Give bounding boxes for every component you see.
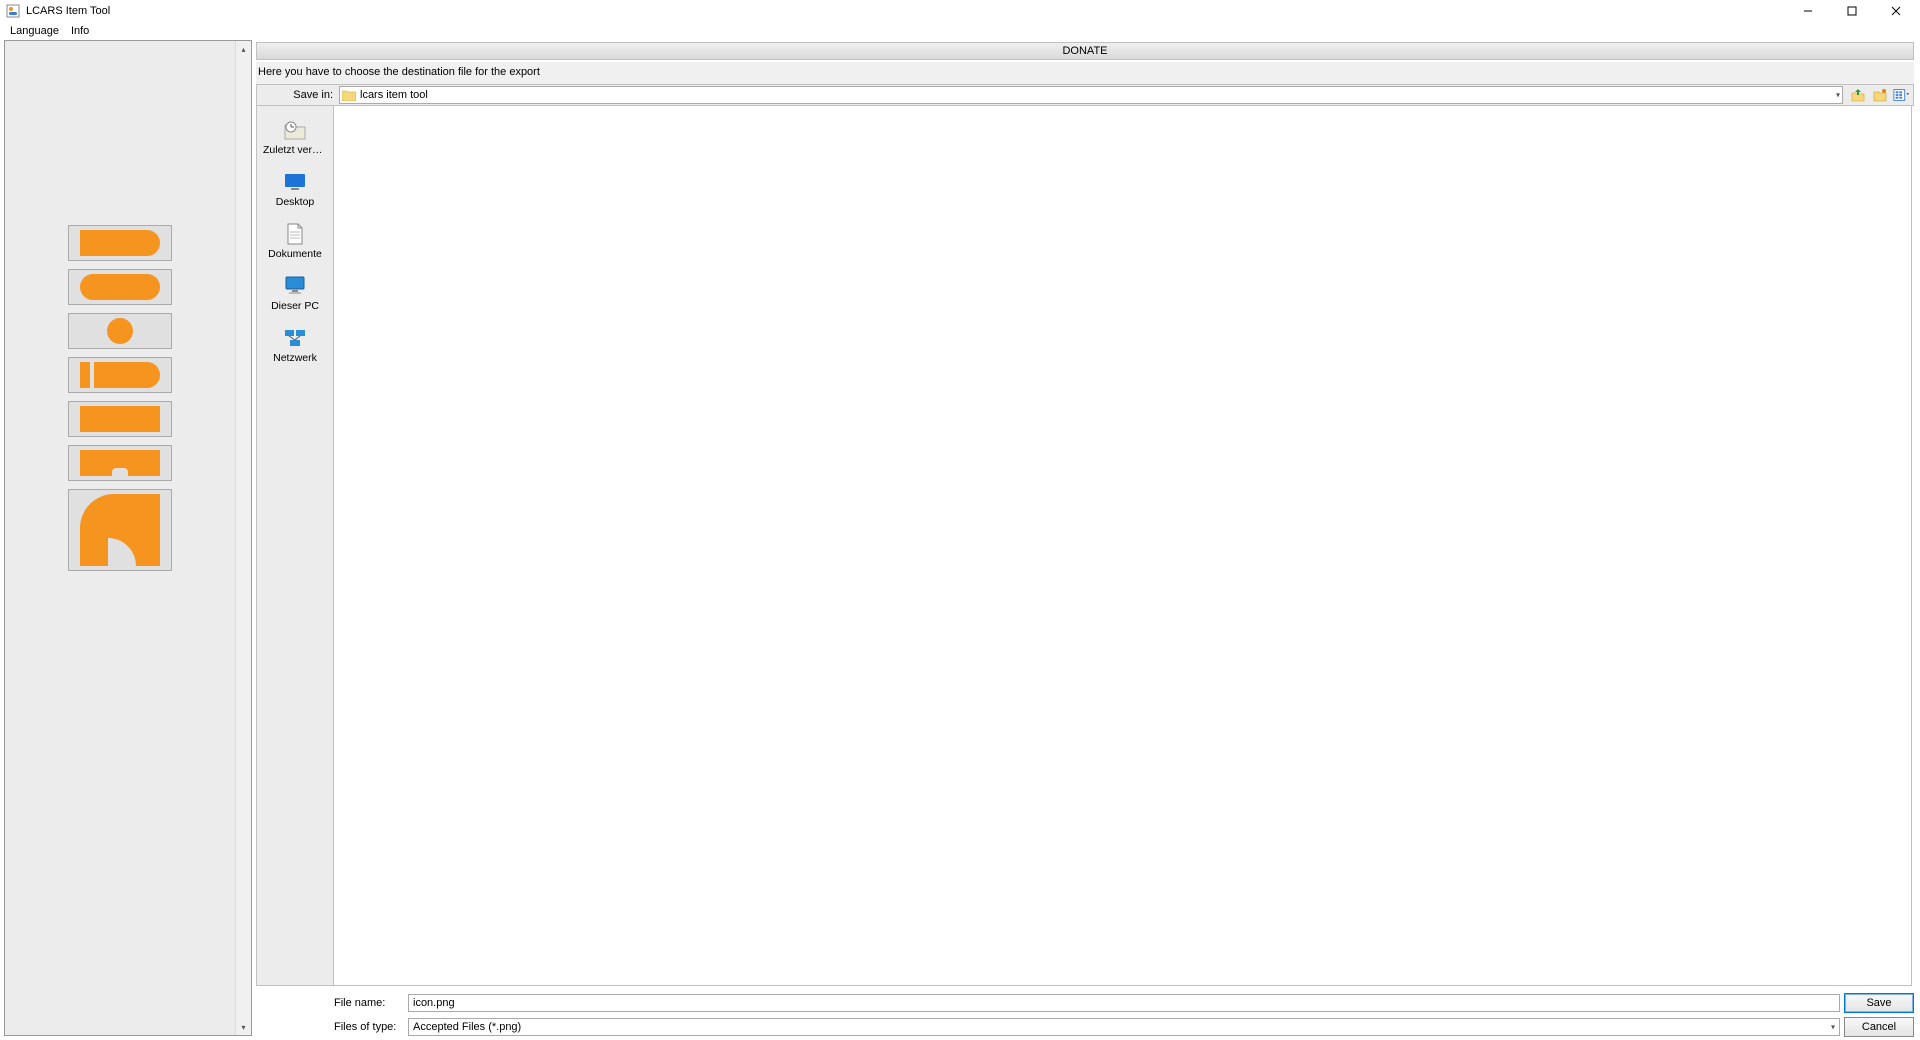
shape-split-pill[interactable] xyxy=(68,357,172,393)
place-label: Desktop xyxy=(276,196,315,208)
shape-half-pill-right[interactable] xyxy=(68,225,172,261)
place-label: Dokumente xyxy=(268,248,322,260)
new-folder-icon[interactable] xyxy=(1871,86,1889,104)
menu-language[interactable]: Language xyxy=(4,25,65,37)
place-desktop[interactable]: Desktop xyxy=(261,166,329,212)
pc-icon xyxy=(281,274,309,298)
view-menu-icon[interactable] xyxy=(1893,86,1911,104)
menu-info[interactable]: Info xyxy=(65,25,95,37)
place-network[interactable]: Netzwerk xyxy=(261,322,329,368)
instruction-text: Here you have to choose the destination … xyxy=(256,62,1914,84)
donate-button[interactable]: DONATE xyxy=(256,42,1914,60)
chevron-down-icon: ▾ xyxy=(1831,1023,1835,1032)
palette-scrollbar[interactable]: ▴ ▾ xyxy=(235,41,251,1035)
documents-icon xyxy=(281,222,309,246)
recent-icon xyxy=(281,118,309,142)
scroll-down-icon[interactable]: ▾ xyxy=(236,1019,251,1035)
up-one-level-icon[interactable] xyxy=(1849,86,1867,104)
place-this-pc[interactable]: Dieser PC xyxy=(261,270,329,316)
app-icon xyxy=(6,4,20,18)
desktop-icon xyxy=(281,170,309,194)
folder-icon xyxy=(342,89,356,101)
files-of-type-label: Files of type: xyxy=(334,1021,404,1033)
shape-rectangle-notch[interactable] xyxy=(68,445,172,481)
place-label: Dieser PC xyxy=(271,300,319,312)
shape-elbow[interactable] xyxy=(68,489,172,571)
minimize-button[interactable] xyxy=(1786,0,1830,22)
shape-circle[interactable] xyxy=(68,313,172,349)
save-in-value: lcars item tool xyxy=(360,89,428,101)
save-button[interactable]: Save xyxy=(1844,993,1914,1013)
shape-rectangle[interactable] xyxy=(68,401,172,437)
shape-palette xyxy=(5,41,235,571)
chevron-down-icon: ▾ xyxy=(1836,91,1840,100)
file-name-input[interactable] xyxy=(408,994,1840,1012)
file-list-area[interactable] xyxy=(334,106,1912,986)
scroll-up-icon[interactable]: ▴ xyxy=(236,41,251,57)
file-name-label: File name: xyxy=(334,997,404,1009)
files-of-type-combo[interactable]: Accepted Files (*.png) ▾ xyxy=(408,1018,1840,1036)
place-label: Zuletzt verw... xyxy=(263,144,327,156)
window-title: LCARS Item Tool xyxy=(26,5,110,17)
network-icon xyxy=(281,326,309,350)
places-bar: Zuletzt verw... Desktop xyxy=(256,106,334,986)
save-in-label: Save in: xyxy=(259,89,339,101)
place-recent[interactable]: Zuletzt verw... xyxy=(261,114,329,160)
close-button[interactable] xyxy=(1874,0,1918,22)
shape-pill[interactable] xyxy=(68,269,172,305)
cancel-button[interactable]: Cancel xyxy=(1844,1017,1914,1037)
files-of-type-value: Accepted Files (*.png) xyxy=(413,1021,521,1033)
save-in-combo[interactable]: lcars item tool ▾ xyxy=(339,86,1843,104)
place-documents[interactable]: Dokumente xyxy=(261,218,329,264)
place-label: Netzwerk xyxy=(273,352,317,364)
maximize-button[interactable] xyxy=(1830,0,1874,22)
